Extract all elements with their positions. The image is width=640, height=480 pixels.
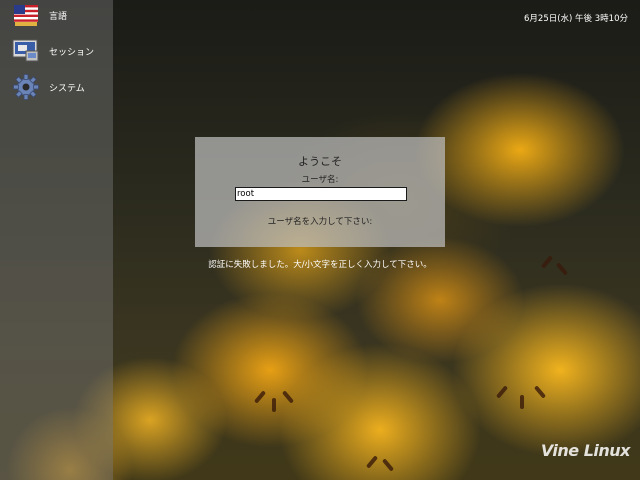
login-panel: ようこそ ユーザ名: ユーザ名を入力して下さい: [195, 137, 445, 247]
system-gear-icon [12, 73, 40, 101]
username-input[interactable] [235, 187, 407, 201]
sidebar-item-label: 言語 [49, 11, 68, 22]
error-message: 認証に失敗しました。大/小文字を正しく入力して下さい。 [0, 258, 640, 270]
sidebar-item-language[interactable]: 言語 [12, 0, 112, 30]
session-icon [12, 37, 40, 65]
sidebar-item-session[interactable]: セッション [12, 36, 112, 66]
clock: 6月25日(水) 午後 3時10分 [524, 14, 628, 24]
username-prompt: ユーザ名を入力して下さい: [267, 217, 373, 227]
sidebar-item-label: システム [49, 83, 85, 94]
sidebar-item-label: セッション [49, 47, 95, 58]
username-label: ユーザ名: [301, 175, 339, 185]
sidebar: 言語 セッション システム [0, 0, 113, 480]
sidebar-item-system[interactable]: システム [12, 72, 112, 102]
us-flag-icon [12, 1, 40, 29]
error-message-text: 認証に失敗しました。大/小文字を正しく入力して下さい。 [208, 260, 432, 270]
welcome-title: ようこそ [298, 155, 342, 168]
vine-linux-logo: Vine Linux [540, 441, 631, 460]
